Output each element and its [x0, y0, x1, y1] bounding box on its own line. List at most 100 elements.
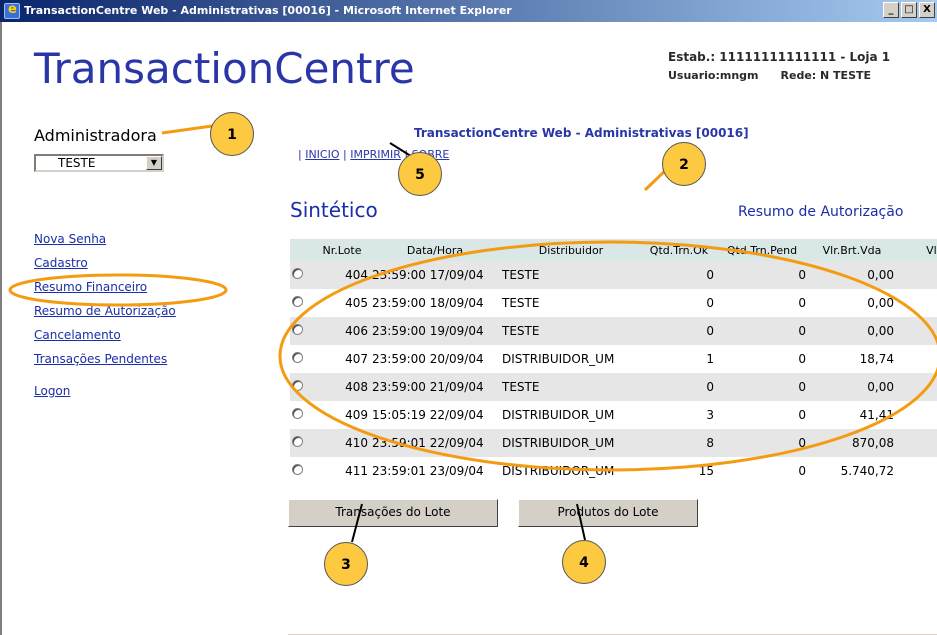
cell-qtd-trn-ok: 8: [642, 429, 716, 457]
cell-qtd-trn-pend: 0: [716, 429, 808, 457]
cell-data-hora: 23:59:00 21/09/04: [370, 373, 500, 401]
cell-vlr-liq: [896, 373, 937, 401]
nav-inicio[interactable]: INICIO: [305, 148, 339, 161]
cell-vlr-liq: 4.85: [896, 457, 937, 485]
cell-qtd-trn-ok: 0: [642, 317, 716, 345]
chevron-down-icon[interactable]: ▼: [146, 156, 162, 170]
table-row[interactable]: 409 15:05:19 22/09/04 DISTRIBUIDOR_UM 3 0 41,…: [290, 401, 937, 429]
radio-icon[interactable]: [292, 436, 303, 447]
administradora-select[interactable]: TESTE ▼: [34, 154, 164, 172]
cell-vlr-brt-vda: 0,00: [808, 317, 896, 345]
cell-vlr-brt-vda: 0,00: [808, 373, 896, 401]
cell-data-hora: 23:59:00 20/09/04: [370, 345, 500, 373]
header-select: [290, 239, 314, 261]
annotation-badge-1: 1: [210, 112, 254, 156]
cell-nr-lote: 406: [314, 317, 370, 345]
minimize-button[interactable]: _: [883, 2, 899, 18]
row-select-radio[interactable]: [290, 261, 314, 289]
internet-explorer-icon: [4, 2, 20, 19]
cell-data-hora: 23:59:00 17/09/04: [370, 261, 500, 289]
cell-nr-lote: 410: [314, 429, 370, 457]
row-select-radio[interactable]: [290, 317, 314, 345]
cell-qtd-trn-pend: 0: [716, 261, 808, 289]
header-qtd-trn-pend: Qtd.Trn.Pend: [716, 239, 808, 261]
radio-icon[interactable]: [292, 324, 303, 335]
cell-vlr-liq: [896, 317, 937, 345]
cell-distribuidor: TESTE: [500, 261, 642, 289]
produtos-do-lote-button[interactable]: Produtos do Lote: [518, 499, 698, 527]
cell-qtd-trn-ok: 1: [642, 345, 716, 373]
radio-icon[interactable]: [292, 296, 303, 307]
window-title: TransactionCentre Web - Administrativas …: [24, 4, 512, 17]
cell-vlr-liq: 1: [896, 345, 937, 373]
sidebar-item-cancelamento[interactable]: Cancelamento: [34, 328, 176, 352]
cell-nr-lote: 408: [314, 373, 370, 401]
radio-icon[interactable]: [292, 408, 303, 419]
window-controls: _ □ X: [883, 2, 935, 18]
page-header: TransactionCentre Web - Administrativas …: [414, 126, 749, 140]
sidebar-item-transacoes-pendentes[interactable]: Transações Pendentes: [34, 352, 176, 376]
close-button[interactable]: X: [919, 2, 935, 18]
transacoes-do-lote-button[interactable]: Transações do Lote: [288, 499, 498, 527]
header-distribuidor: Distribuidor: [500, 239, 642, 261]
table-row[interactable]: 404 23:59:00 17/09/04 TESTE 0 0 0,00: [290, 261, 937, 289]
cell-distribuidor: TESTE: [500, 317, 642, 345]
sidebar-item-nova-senha[interactable]: Nova Senha: [34, 232, 176, 256]
cell-nr-lote: 407: [314, 345, 370, 373]
row-select-radio[interactable]: [290, 373, 314, 401]
administradora-select-value: TESTE: [58, 156, 96, 170]
cell-distribuidor: DISTRIBUIDOR_UM: [500, 429, 642, 457]
administradora-label: Administradora: [34, 126, 157, 145]
annotation-badge-4: 4: [562, 540, 606, 584]
radio-icon[interactable]: [292, 380, 303, 391]
sidebar-item-cadastro[interactable]: Cadastro: [34, 256, 176, 280]
network-name: Rede: N TESTE: [780, 69, 872, 82]
table-header-row: Nr.Lote Data/Hora Distribuidor Qtd.Trn.O…: [290, 239, 937, 261]
sidebar-item-resumo-autorizacao[interactable]: Resumo de Autorização: [34, 304, 176, 328]
app-logo: TransactionCentre: [34, 44, 415, 93]
cell-distribuidor: TESTE: [500, 289, 642, 317]
row-select-radio[interactable]: [290, 401, 314, 429]
row-select-radio[interactable]: [290, 429, 314, 457]
cell-distribuidor: DISTRIBUIDOR_UM: [500, 401, 642, 429]
section-title: Sintético: [290, 198, 378, 222]
cell-distribuidor: TESTE: [500, 373, 642, 401]
cell-vlr-liq: [896, 289, 937, 317]
cell-data-hora: 15:05:19 22/09/04: [370, 401, 500, 429]
radio-icon[interactable]: [292, 352, 303, 363]
cell-vlr-brt-vda: 41,41: [808, 401, 896, 429]
nav-imprimir[interactable]: IMPRIMIR: [350, 148, 401, 161]
cell-nr-lote: 409: [314, 401, 370, 429]
cell-distribuidor: DISTRIBUIDOR_UM: [500, 345, 642, 373]
row-select-radio[interactable]: [290, 289, 314, 317]
cell-vlr-brt-vda: 870,08: [808, 429, 896, 457]
row-select-radio[interactable]: [290, 345, 314, 373]
annotation-badge-2: 2: [662, 142, 706, 186]
cell-qtd-trn-pend: 0: [716, 345, 808, 373]
annotation-badge-3: 3: [324, 542, 368, 586]
cell-vlr-brt-vda: 0,00: [808, 261, 896, 289]
cell-qtd-trn-pend: 0: [716, 373, 808, 401]
sidebar-item-resumo-financeiro[interactable]: Resumo Financeiro: [34, 280, 176, 304]
cell-nr-lote: 411: [314, 457, 370, 485]
table-row[interactable]: 410 23:59:01 22/09/04 DISTRIBUIDOR_UM 8 0 870…: [290, 429, 937, 457]
annotation-badge-5: 5: [398, 152, 442, 196]
table-row[interactable]: 408 23:59:00 21/09/04 TESTE 0 0 0,00: [290, 373, 937, 401]
table-row[interactable]: 411 23:59:01 23/09/04 DISTRIBUIDOR_UM 15 0 5.…: [290, 457, 937, 485]
header-vlr-liq: Vlr.Líq: [896, 239, 937, 261]
radio-icon[interactable]: [292, 464, 303, 475]
table-row[interactable]: 407 23:59:00 20/09/04 DISTRIBUIDOR_UM 1 0 18,…: [290, 345, 937, 373]
row-select-radio[interactable]: [290, 457, 314, 485]
cell-vlr-liq: 70: [896, 429, 937, 457]
table-row[interactable]: 406 23:59:00 19/09/04 TESTE 0 0 0,00: [290, 317, 937, 345]
maximize-button[interactable]: □: [901, 2, 917, 18]
cell-qtd-trn-pend: 0: [716, 289, 808, 317]
table-row[interactable]: 405 23:59:00 18/09/04 TESTE 0 0 0,00: [290, 289, 937, 317]
window-title-bar: TransactionCentre Web - Administrativas …: [0, 0, 937, 22]
cell-vlr-brt-vda: 0,00: [808, 289, 896, 317]
cell-qtd-trn-pend: 0: [716, 317, 808, 345]
sidebar-item-logon[interactable]: Logon: [34, 384, 176, 408]
cell-qtd-trn-ok: 0: [642, 289, 716, 317]
radio-icon[interactable]: [292, 268, 303, 279]
cell-qtd-trn-pend: 0: [716, 401, 808, 429]
